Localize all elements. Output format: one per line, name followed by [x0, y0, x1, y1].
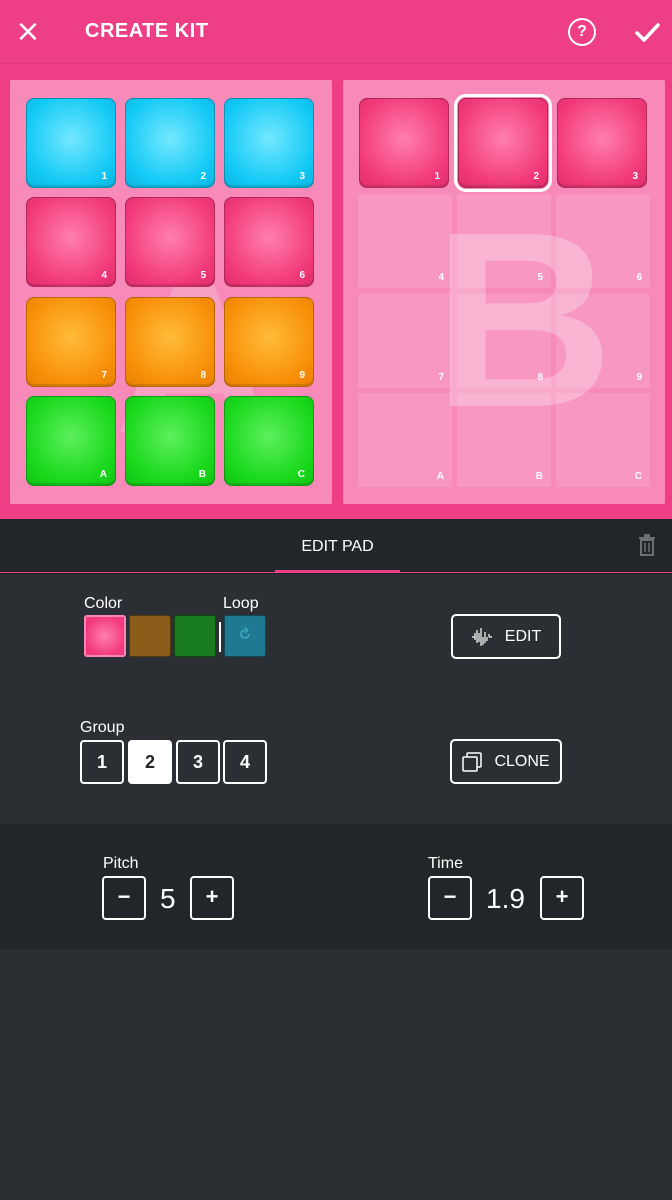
copy-icon	[462, 751, 483, 772]
group-label: Group	[80, 719, 125, 736]
pad-b-c[interactable]: C	[556, 393, 650, 487]
pad-b-6[interactable]: 6	[556, 194, 650, 288]
trash-icon[interactable]	[638, 534, 656, 561]
tab-edit-pad[interactable]: EDIT PAD	[275, 519, 400, 573]
pad-number: 1	[101, 171, 107, 182]
pad-b-5[interactable]: 5	[457, 194, 551, 288]
pad-number: 8	[537, 372, 543, 383]
loop-toggle[interactable]	[224, 615, 266, 657]
clone-button[interactable]: CLONE	[450, 739, 562, 784]
time-label: Time	[428, 855, 463, 872]
pad-number: A	[99, 469, 107, 480]
pad-a-7[interactable]: 7	[26, 297, 116, 387]
group-button-2[interactable]: 2	[128, 740, 172, 784]
pad-number: B	[535, 471, 543, 482]
app-root: × CREATE KIT ? A 123456789ABC B 12345678…	[0, 0, 672, 1200]
pad-number: 1	[434, 171, 440, 182]
pad-a-5[interactable]: 5	[125, 197, 215, 287]
pad-number: C	[297, 469, 305, 480]
pad-a-8[interactable]: 8	[125, 297, 215, 387]
pad-number: 9	[299, 370, 305, 381]
pitch-decrease-button[interactable]: −	[102, 876, 146, 920]
color-swatch-pink[interactable]	[84, 615, 126, 657]
pads-area: A 123456789ABC B 123456789ABC	[0, 64, 672, 519]
time-value: 1.9	[486, 883, 525, 914]
pad-number: 9	[636, 372, 642, 383]
group-button-1[interactable]: 1	[80, 740, 124, 784]
pad-a-a[interactable]: A	[26, 396, 116, 486]
pad-a-c[interactable]: C	[224, 396, 314, 486]
pad-a-3[interactable]: 3	[224, 98, 314, 188]
pad-a-2[interactable]: 2	[125, 98, 215, 188]
pad-number: 7	[438, 372, 444, 383]
close-icon[interactable]: ×	[12, 16, 44, 48]
pad-b-2[interactable]: 2	[454, 94, 552, 192]
color-swatch-orange[interactable]	[129, 615, 171, 657]
pad-number: 2	[533, 171, 539, 182]
edit-label: EDIT	[504, 627, 542, 645]
pad-a-6[interactable]: 6	[224, 197, 314, 287]
time-increase-button[interactable]: +	[540, 876, 584, 920]
pad-bank-b: B 123456789ABC	[343, 80, 665, 504]
loop-divider	[219, 622, 221, 652]
pad-settings: Color Loop EDIT Group 1 2 3 4 CLONE	[0, 574, 672, 824]
pad-b-b[interactable]: B	[457, 393, 551, 487]
pad-b-3[interactable]: 3	[557, 98, 647, 188]
pad-number: 5	[537, 272, 543, 283]
color-label: Color	[84, 595, 123, 612]
pad-a-1[interactable]: 1	[26, 98, 116, 188]
color-swatch-green[interactable]	[174, 615, 216, 657]
pitch-value: 5	[160, 883, 176, 914]
edit-sample-button[interactable]: EDIT	[451, 614, 561, 659]
pad-number: C	[634, 471, 642, 482]
loop-icon	[238, 626, 252, 646]
group-button-3[interactable]: 3	[176, 740, 220, 784]
clone-label: CLONE	[494, 752, 550, 770]
pad-number: 6	[636, 272, 642, 283]
pad-number: 3	[299, 171, 305, 182]
pad-number: 4	[438, 272, 444, 283]
help-icon[interactable]: ?	[568, 18, 596, 46]
pad-b-4[interactable]: 4	[358, 194, 452, 288]
pad-bank-a: A 123456789ABC	[10, 80, 332, 504]
pad-b-1[interactable]: 1	[359, 98, 449, 188]
pad-number: B	[198, 469, 206, 480]
pad-number: 7	[101, 370, 107, 381]
waveform-icon	[471, 627, 493, 647]
pad-a-b[interactable]: B	[125, 396, 215, 486]
edit-pad-header: EDIT PAD	[0, 519, 672, 573]
pad-number: 5	[200, 270, 206, 281]
pad-number: A	[436, 471, 444, 482]
pad-b-a[interactable]: A	[358, 393, 452, 487]
pad-b-9[interactable]: 9	[556, 294, 650, 388]
top-bar: × CREATE KIT ?	[0, 0, 672, 64]
pitch-increase-button[interactable]: +	[190, 876, 234, 920]
time-decrease-button[interactable]: −	[428, 876, 472, 920]
pitch-label: Pitch	[103, 855, 139, 872]
pad-b-8[interactable]: 8	[457, 294, 551, 388]
loop-label: Loop	[223, 595, 259, 612]
pad-b-7[interactable]: 7	[358, 294, 452, 388]
pad-number: 3	[632, 171, 638, 182]
pad-number: 6	[299, 270, 305, 281]
empty-area	[0, 949, 672, 1200]
page-title: CREATE KIT	[85, 20, 209, 42]
check-icon[interactable]	[630, 14, 664, 50]
pad-a-4[interactable]: 4	[26, 197, 116, 287]
pad-number: 2	[200, 171, 206, 182]
pad-number: 8	[200, 370, 206, 381]
pad-a-9[interactable]: 9	[224, 297, 314, 387]
tuning-section: Pitch − 5 + Time − 1.9 +	[0, 824, 672, 949]
group-button-4[interactable]: 4	[223, 740, 267, 784]
pad-number: 4	[101, 270, 107, 281]
